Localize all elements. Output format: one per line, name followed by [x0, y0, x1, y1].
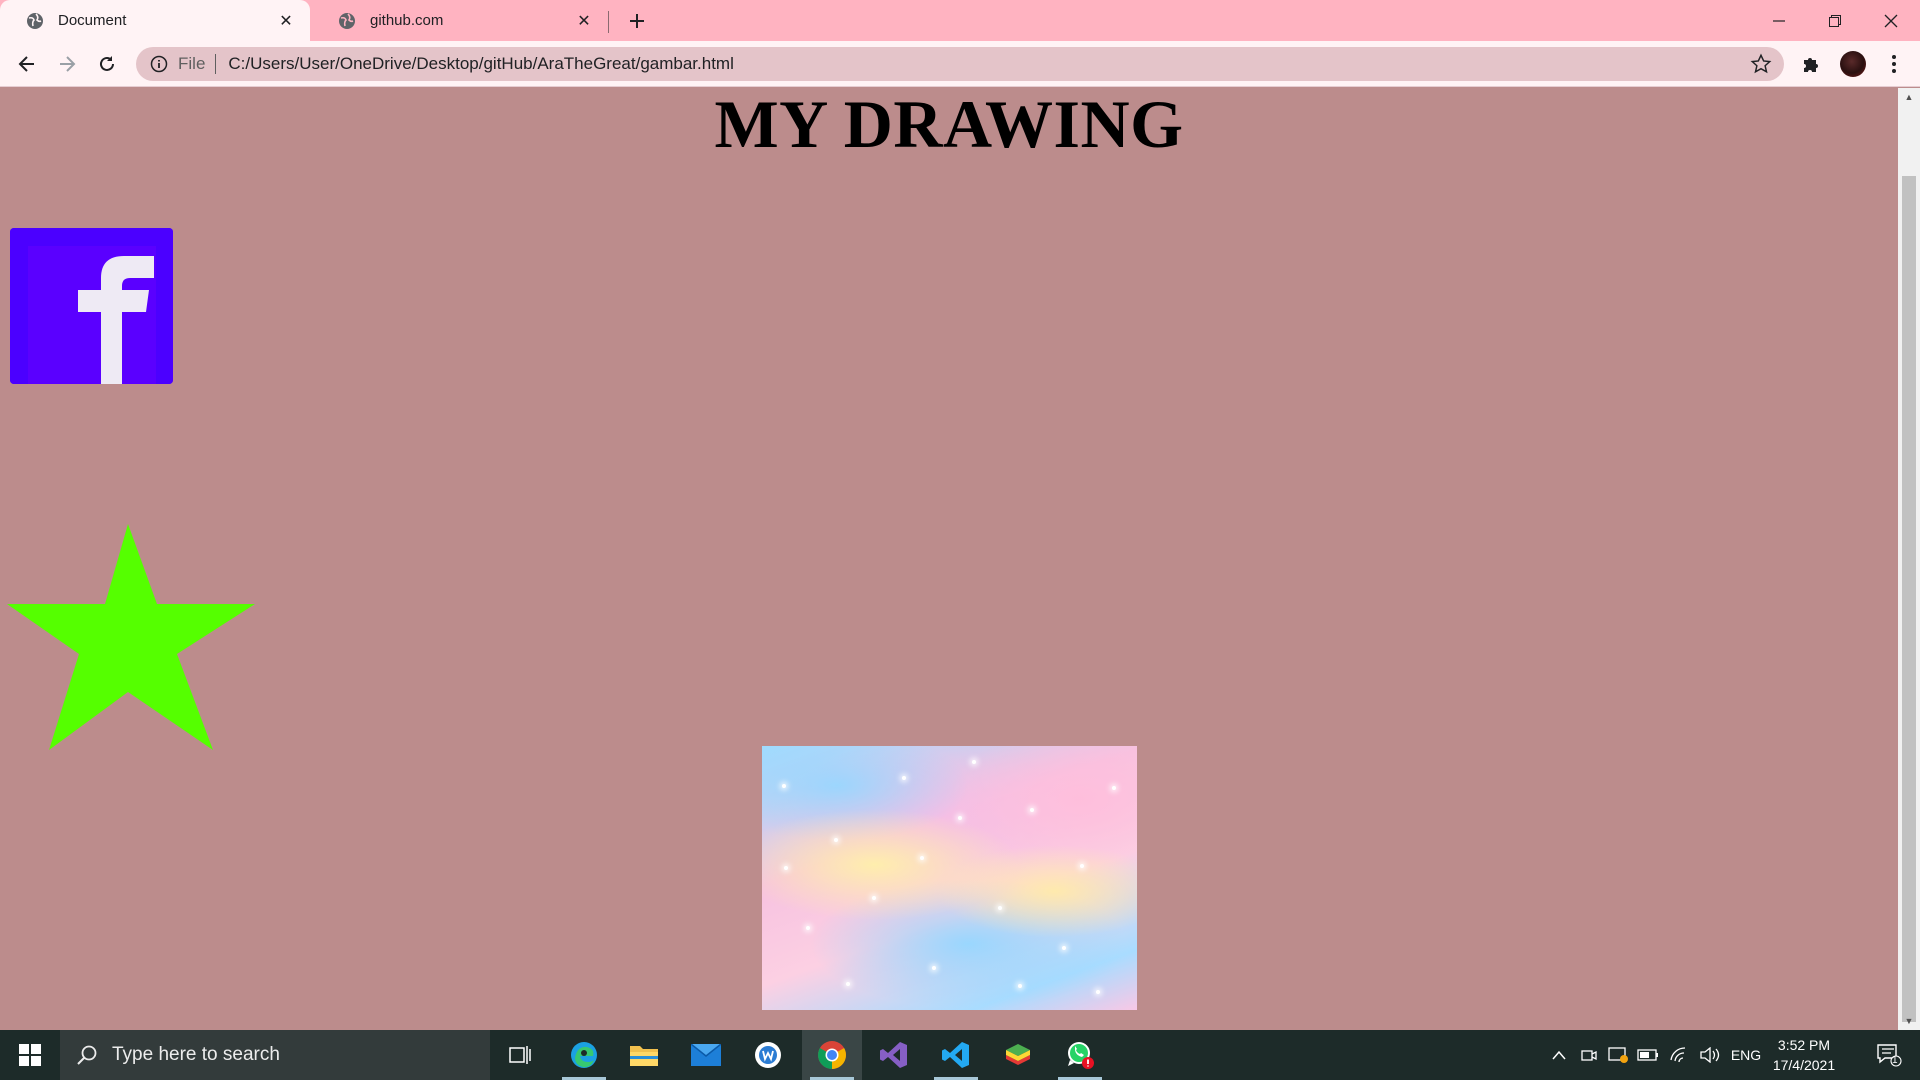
winrar-books-icon [1006, 1044, 1030, 1065]
scroll-down-arrow[interactable]: ▼ [1898, 1012, 1920, 1030]
taskbar-search-box[interactable]: Type here to search [60, 1030, 490, 1080]
scroll-thumb[interactable] [1902, 176, 1916, 1022]
url-text[interactable]: C:/Users/User/OneDrive/Desktop/gitHub/Ar… [228, 54, 1750, 74]
search-placeholder: Type here to search [112, 1044, 280, 1065]
extensions-button[interactable] [1800, 52, 1824, 76]
tray-device[interactable] [1606, 1030, 1630, 1080]
windows-logo-icon [19, 1044, 41, 1066]
word-circle-icon [755, 1042, 781, 1068]
tab-document[interactable]: Document ✕ [0, 0, 310, 41]
new-tab-button[interactable] [622, 6, 652, 36]
taskbar-chrome[interactable] [802, 1030, 862, 1080]
arrow-right-icon [60, 56, 76, 72]
back-button[interactable] [11, 48, 43, 80]
show-hidden-icons-button[interactable] [1548, 1030, 1570, 1080]
facebook-logo [10, 228, 173, 384]
info-icon[interactable] [150, 55, 168, 73]
vertical-scrollbar[interactable]: ▲ ▼ [1898, 88, 1920, 1030]
page-viewport: MY DRAWING [0, 88, 1898, 1030]
plus-icon [630, 14, 644, 28]
restore-icon [1829, 14, 1841, 27]
minimize-button[interactable] [1750, 0, 1808, 41]
search-icon [77, 1045, 97, 1065]
tab-separator [608, 11, 609, 33]
taskbar-winrar[interactable] [988, 1030, 1048, 1080]
tab-title: Document [58, 12, 127, 29]
clock-date: 17/4/2021 [1772, 1057, 1836, 1073]
task-view-button[interactable] [490, 1030, 550, 1080]
arrow-left-icon [18, 56, 34, 72]
tray-meet-now[interactable] [1578, 1030, 1600, 1080]
scroll-up-arrow[interactable]: ▲ [1898, 88, 1920, 106]
visual-studio-icon [880, 1042, 907, 1068]
address-bar[interactable]: File C:/Users/User/OneDrive/Desktop/gitH… [136, 47, 1784, 81]
close-tab-icon[interactable]: ✕ [574, 11, 594, 31]
profile-avatar[interactable] [1840, 51, 1866, 77]
tray-volume[interactable] [1698, 1030, 1722, 1080]
start-button[interactable] [0, 1030, 60, 1080]
taskbar-file-explorer[interactable] [614, 1030, 674, 1080]
minimize-icon [1773, 19, 1785, 22]
vscode-icon [942, 1042, 969, 1068]
taskbar-whatsapp[interactable] [1050, 1030, 1110, 1080]
kebab-menu-icon [1892, 55, 1896, 73]
mail-icon [691, 1044, 721, 1066]
notification-icon [1877, 1044, 1902, 1067]
restore-button[interactable] [1806, 0, 1864, 41]
green-star [7, 524, 255, 750]
tab-title: github.com [370, 12, 444, 29]
facebook-icon [10, 228, 173, 384]
clock-time: 3:52 PM [1777, 1037, 1831, 1053]
tab-github[interactable]: github.com ✕ [312, 0, 608, 41]
browser-toolbar: File C:/Users/User/OneDrive/Desktop/gitH… [0, 41, 1920, 87]
scheme-label: File [178, 54, 206, 73]
taskbar-visual-studio[interactable] [864, 1030, 924, 1080]
whatsapp-icon [1068, 1042, 1094, 1069]
close-icon [1884, 14, 1898, 27]
taskbar-clock[interactable]: 3:52 PM 17/4/2021 [1768, 1035, 1840, 1075]
notification-count: 1 [1892, 1055, 1898, 1066]
device-warning-icon [1608, 1047, 1628, 1063]
taskbar-mail[interactable] [676, 1030, 736, 1080]
reload-button[interactable] [91, 48, 123, 80]
puzzle-icon [1804, 58, 1818, 72]
address-divider [215, 54, 217, 74]
battery-icon [1637, 1049, 1658, 1061]
taskbar-word-online[interactable] [738, 1030, 798, 1080]
bookmark-star-icon[interactable] [1750, 53, 1772, 75]
edge-icon [571, 1042, 597, 1068]
forward-button[interactable] [51, 48, 83, 80]
wifi-icon [1670, 1047, 1686, 1063]
close-window-button[interactable] [1862, 0, 1920, 41]
reload-icon [100, 56, 114, 71]
page-title: MY DRAWING [714, 88, 1184, 162]
tab-strip: Document ✕ github.com ✕ [0, 0, 1920, 41]
chevron-up-icon [1552, 1050, 1566, 1060]
speaker-icon [1700, 1047, 1720, 1063]
task-view-icon [509, 1046, 531, 1064]
taskbar-vscode[interactable] [926, 1030, 986, 1080]
chrome-icon [818, 1041, 846, 1069]
close-tab-icon[interactable]: ✕ [276, 11, 296, 31]
action-center-button[interactable]: 1 [1866, 1030, 1912, 1080]
windows-taskbar: Type here to search ENG 3:52 PM 17/4/202… [0, 1030, 1920, 1080]
video-camera-icon [1581, 1050, 1597, 1061]
taskbar-edge[interactable] [554, 1030, 614, 1080]
tray-network[interactable] [1668, 1030, 1692, 1080]
folder-icon [630, 1046, 658, 1066]
globe-icon [339, 12, 355, 29]
pastel-galaxy-image [762, 746, 1137, 1010]
menu-button[interactable] [1882, 52, 1906, 76]
tray-language[interactable]: ENG [1728, 1030, 1764, 1080]
globe-icon [27, 12, 43, 29]
tray-battery[interactable] [1636, 1030, 1660, 1080]
